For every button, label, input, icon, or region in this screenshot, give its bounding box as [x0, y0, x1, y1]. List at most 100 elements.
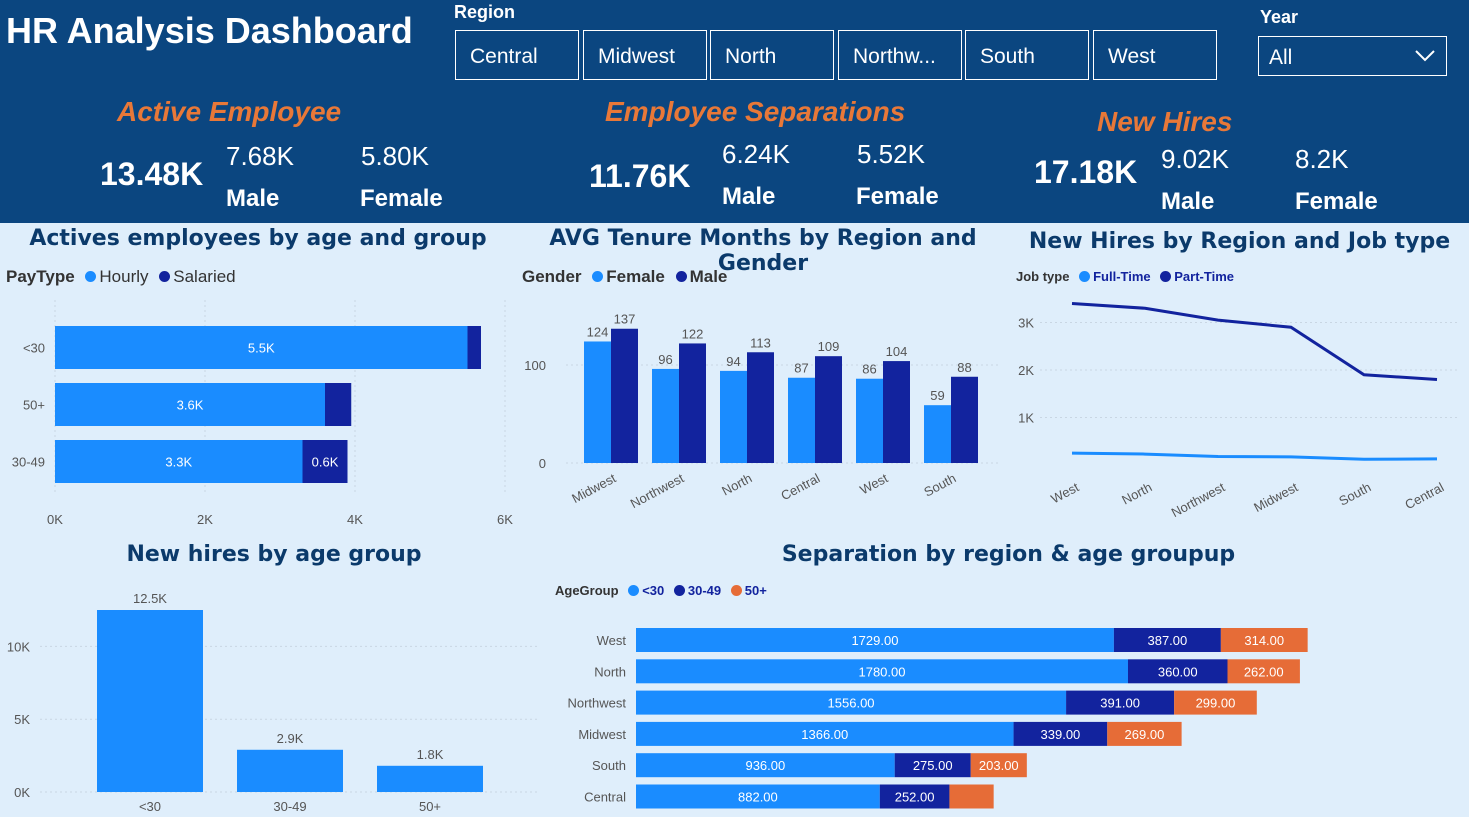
chart4-category-label: <30 [139, 799, 161, 814]
chart2-bar [815, 356, 842, 463]
chart2-category-label: Midwest [569, 470, 618, 506]
region-button-south[interactable]: South [965, 30, 1089, 80]
chart2-data-label: 137 [614, 312, 636, 327]
chart2-data-label: 86 [862, 362, 876, 377]
chart2-data-label: 88 [957, 360, 971, 375]
chevron-down-icon[interactable] [1414, 49, 1436, 63]
legend-30-49-dot [673, 585, 685, 597]
chart5-data-label: 203.00 [979, 758, 1019, 773]
chart5-bar [949, 784, 994, 809]
chart2-category-label: Central [778, 470, 822, 503]
chart5-legend-title: AgeGroup [555, 583, 619, 598]
dashboard-title: HR Analysis Dashboard [6, 10, 413, 51]
chart4-bar [377, 765, 483, 792]
chart1-category-label: 30-49 [12, 455, 45, 470]
kpi-new-hires-male: 9.02K [1161, 144, 1229, 174]
chart3-title: New Hires by Region and Job type [1028, 229, 1451, 254]
chart1-data-label: 0.6K [312, 455, 339, 470]
chart1-legend: PayType Hourly Salaried [6, 267, 236, 287]
chart4-bar [97, 610, 203, 792]
chart5-category-label: Central [584, 790, 626, 805]
chart2-category-label: West [857, 470, 890, 497]
separation-region-chart: West 1729.00 387.00 314.00 North 1780.00 360.0… [567, 628, 1308, 809]
chart4-category-label: 30-49 [273, 799, 306, 814]
chart5-category-label: Northwest [567, 696, 626, 711]
chart5-title: Separation by region & age groupup [781, 542, 1236, 567]
chart3-category-label: West [1048, 479, 1081, 506]
kpi-separations-total: 11.76K [589, 158, 691, 194]
chart4-bar [237, 749, 343, 792]
chart2-bar [951, 376, 978, 463]
chart3-series-line [1071, 451, 1438, 461]
region-button-north[interactable]: North [710, 30, 834, 80]
chart2-data-label: 104 [886, 344, 908, 359]
region-button-central[interactable]: Central [455, 30, 579, 80]
legend-male-dot [675, 271, 687, 283]
chart2-data-label: 122 [682, 326, 704, 341]
chart1-bar [467, 326, 481, 369]
chart5-data-label: 387.00 [1147, 633, 1187, 648]
chart1-bar [325, 383, 352, 426]
chart5-data-label: 275.00 [913, 758, 953, 773]
chart4-data-label: 2.9K [277, 731, 304, 746]
new-hires-region-chart: 1K 2K 3K West North Northwest Midwest South Cent… [1018, 302, 1460, 520]
kpi-active-employee-title: Active Employee [117, 96, 342, 127]
chart5-category-label: South [592, 758, 626, 773]
chart2-data-label: 59 [930, 388, 944, 403]
chart2-bar [652, 368, 679, 463]
kpi-new-hires-total: 17.18K [1034, 154, 1138, 190]
chart2-category-label: North [719, 470, 754, 498]
region-slicer-label: Region [454, 2, 515, 22]
chart4-data-label: 12.5K [133, 591, 167, 606]
region-button-midwest[interactable]: Midwest [583, 30, 707, 80]
chart2-legend-title: Gender [522, 267, 582, 286]
legend-part-time-dot [1160, 271, 1172, 283]
legend-female-dot [592, 271, 604, 283]
chart1-category-label: 50+ [23, 398, 45, 413]
kpi-new-hires-female: 8.2K [1295, 144, 1349, 174]
chart3-category-label: South [1336, 479, 1373, 508]
kpi-new-hires-title: New Hires [1097, 106, 1233, 137]
chart2-bar [924, 405, 951, 463]
chart2-legend: Gender Female Male [522, 267, 727, 287]
chart2-y-tick: 100 [524, 358, 546, 373]
chart2-data-label: 87 [794, 361, 808, 376]
chart1-title: Actives employees by age and group [29, 226, 487, 251]
chart3-category-label: Midwest [1251, 479, 1300, 515]
region-button-west[interactable]: West [1093, 30, 1217, 80]
chart5-legend: AgeGroup <30 30-49 50+ [555, 583, 767, 598]
legend-salaried: Salaried [173, 267, 236, 286]
kpi-active-employee-male: 7.68K [226, 141, 294, 171]
kpi-separations-male: 6.24K [722, 139, 790, 169]
chart5-category-label: Midwest [578, 727, 626, 742]
chart1-data-label: 5.5K [248, 341, 275, 356]
year-slicer-label: Year [1260, 7, 1299, 27]
kpi-separations-female: 5.52K [857, 139, 925, 169]
kpi-new-hires-male-label: Male [1161, 188, 1215, 215]
chart5-data-label: 360.00 [1158, 664, 1198, 679]
chart2-bar [584, 341, 611, 463]
chart3-category-label: Central [1402, 479, 1446, 512]
chart5-data-label: 1556.00 [828, 696, 875, 711]
chart4-data-label: 1.8K [417, 747, 444, 762]
legend-male: Male [689, 267, 728, 286]
kpi-active-employee-total: 13.48K [100, 156, 204, 192]
chart1-data-label: 3.6K [177, 398, 204, 413]
region-button-northwest[interactable]: Northw... [838, 30, 962, 80]
chart2-bar [883, 361, 910, 463]
chart4-y-tick: 10K [7, 639, 30, 654]
chart3-category-label: Northwest [1169, 479, 1228, 520]
chart5-category-label: West [597, 633, 627, 648]
year-dropdown[interactable]: All [1258, 36, 1447, 76]
legend-salaried-dot [159, 271, 171, 283]
chart5-data-label: 1729.00 [851, 633, 898, 648]
kpi-active-employee-female-label: Female [360, 185, 443, 212]
chart1-data-label: 3.3K [165, 455, 192, 470]
kpi-new-hires-female-label: Female [1295, 188, 1378, 215]
kpi-separations-male-label: Male [722, 183, 776, 210]
legend-30-49: 30-49 [687, 583, 722, 598]
chart5-data-label: 314.00 [1244, 633, 1284, 648]
chart5-data-label: 391.00 [1100, 696, 1140, 711]
avg-tenure-chart: 0 100 124 137 Midwest 96 122 Northwest 94 113 Nort… [524, 312, 1001, 511]
kpi-separations-female-label: Female [856, 183, 939, 210]
